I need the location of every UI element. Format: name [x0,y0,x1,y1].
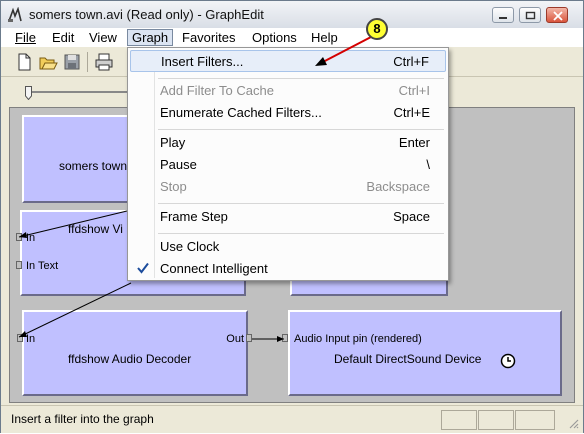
toolbar-separator [87,52,88,72]
stop-shortcut: Backspace [366,179,430,194]
video-intext-pin[interactable] [16,261,22,269]
minimize-button[interactable] [492,7,514,23]
menu-file[interactable]: File [11,29,40,46]
resize-grip-icon[interactable] [567,417,579,429]
enumerate-cached-filters-item[interactable]: Enumerate Cached Filters... Ctrl+E [130,102,446,124]
add-filter-to-cache-label: Add Filter To Cache [160,83,274,98]
maximize-button[interactable] [519,7,541,23]
new-icon [18,53,31,71]
audio-renderer-filter[interactable]: Audio Input pin (rendered) Default Direc… [288,310,562,396]
menu-favorites[interactable]: Favorites [178,29,239,46]
menu-graph[interactable]: Graph [127,29,174,46]
open-icon [39,57,58,70]
play-item[interactable]: Play Enter [130,132,446,154]
print-icon [95,53,113,71]
menu-edit[interactable]: Edit [48,29,78,46]
audio-decoder-filter[interactable]: ffdshow Audio Decoder In Out [22,310,248,396]
video-intext-pin-label: In Text [26,260,59,272]
audio-out-pin-label: Out [226,333,244,345]
new-button[interactable] [13,51,35,73]
audio-renderer-in-pin[interactable] [282,334,288,342]
menu-separator [158,78,444,79]
menu-view-label: View [89,30,117,45]
open-button[interactable] [37,51,59,73]
save-icon [64,54,80,70]
pause-label: Pause [160,157,197,172]
save-button[interactable] [61,51,83,73]
minimize-icon [499,17,507,19]
menu-file-label: File [15,30,36,45]
status-panel [478,410,514,430]
add-filter-to-cache-item[interactable]: Add Filter To Cache Ctrl+I [130,80,446,102]
add-filter-to-cache-shortcut: Ctrl+I [398,83,430,98]
video-in-pin[interactable] [16,233,22,241]
frame-step-shortcut: Space [393,209,430,224]
close-button[interactable] [546,7,568,23]
audio-decoder-name: ffdshow Audio Decoder [68,352,192,366]
status-panel [441,410,477,430]
video-in-pin-label: In [26,232,36,244]
audio-renderer-name: Default DirectSound Device [334,352,482,366]
connect-intelligent-label: Connect Intelligent [160,261,268,276]
use-clock-item[interactable]: Use Clock [130,236,446,258]
enumerate-cached-filters-shortcut: Ctrl+E [393,105,430,120]
maximize-icon [525,11,536,20]
graphedit-app-icon [8,7,22,22]
play-label: Play [160,135,186,150]
step-callout-badge: 8 [366,18,388,40]
status-text: Insert a filter into the graph [11,412,154,426]
clock-icon [500,353,516,369]
status-panel [515,410,555,430]
menu-separator [158,203,444,204]
audio-renderer-pin-label: Audio Input pin (rendered) [294,333,422,345]
graph-dropdown-menu: Insert Filters... Ctrl+F Add Filter To C… [127,47,449,281]
checkmark-icon [137,262,149,274]
audio-out-pin[interactable] [246,334,252,342]
connect-intelligent-item[interactable]: Connect Intelligent [130,258,446,280]
print-button[interactable] [93,51,115,73]
menu-separator [158,233,444,234]
title-bar[interactable]: somers town.avi (Read only) - GraphEdit [1,1,583,29]
frame-step-item[interactable]: Frame Step Space [130,206,446,228]
use-clock-label: Use Clock [160,239,220,254]
window-title: somers town.avi (Read only) - GraphEdit [29,7,264,22]
enumerate-cached-filters-label: Enumerate Cached Filters... [160,105,322,120]
menu-bar: File Edit View Graph Favorites Options H… [1,28,583,47]
audio-in-pin-label: In [26,333,36,345]
stop-label: Stop [160,179,187,194]
menu-help[interactable]: Help [307,29,342,46]
source-filter[interactable]: somers town [22,115,132,203]
menu-options-label: Options [252,30,297,45]
source-filter-name: somers town [59,159,128,173]
graphedit-window: somers town.avi (Read only) - GraphEdit … [0,0,584,433]
seek-thumb[interactable] [25,86,32,100]
stop-item[interactable]: Stop Backspace [130,176,446,198]
status-bar: Insert a filter into the graph [1,405,583,433]
menu-view[interactable]: View [85,29,121,46]
frame-step-label: Frame Step [160,209,228,224]
menu-options[interactable]: Options [248,29,301,46]
menu-favorites-label: Favorites [182,30,236,45]
audio-in-pin[interactable] [17,334,23,342]
menu-edit-label: Edit [52,30,75,45]
close-icon [553,11,563,21]
menu-graph-label: Graph [132,30,169,45]
menu-separator [158,129,444,130]
insert-filters-label: Insert Filters... [161,54,244,69]
pause-item[interactable]: Pause \ [130,154,446,176]
insert-filters-item[interactable]: Insert Filters... Ctrl+F [130,50,446,72]
pause-shortcut: \ [426,157,430,172]
menu-help-label: Help [311,30,338,45]
play-shortcut: Enter [398,135,430,150]
insert-filters-shortcut: Ctrl+F [393,54,429,69]
video-decoder-name: ffdshow Vi [68,222,123,236]
